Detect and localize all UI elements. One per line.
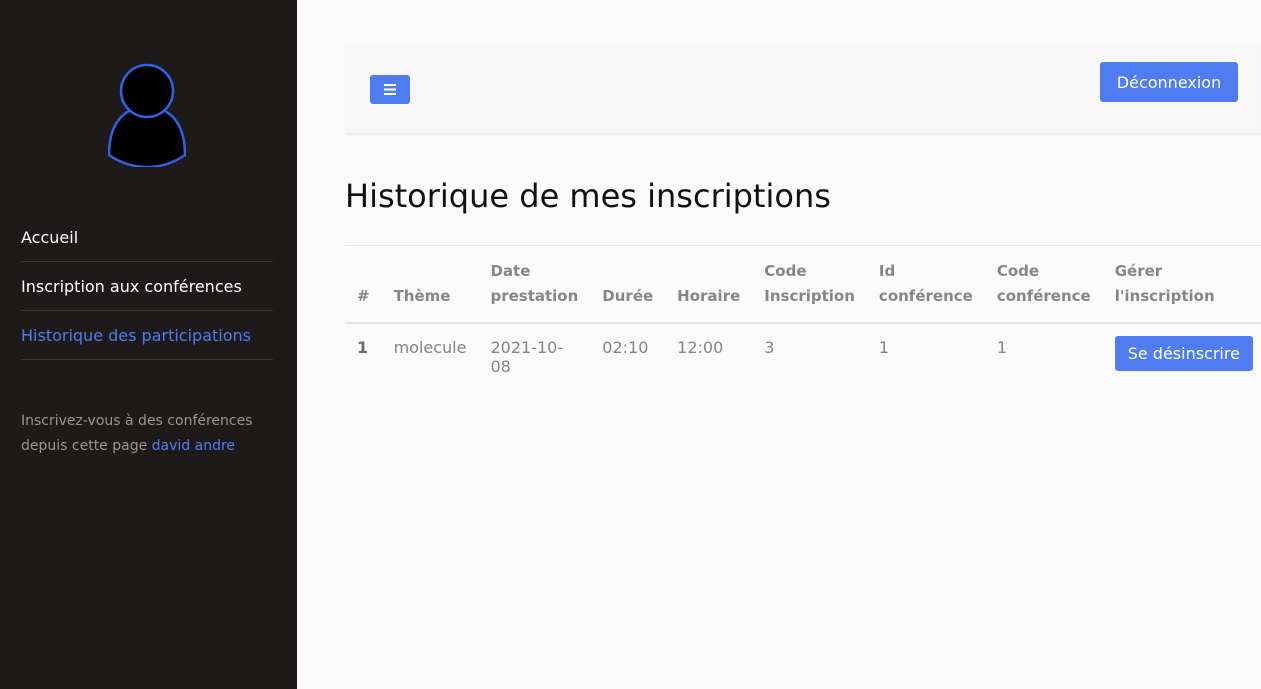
col-header-code-inscription: Code Inscription (752, 245, 867, 324)
col-header-index: # (345, 245, 382, 324)
registrations-table: # Thème Date prestation Durée Horaire Co… (345, 245, 1261, 396)
cell-duree: 02:10 (602, 338, 649, 357)
bars-icon (384, 84, 396, 95)
user-avatar-icon (108, 63, 186, 167)
col-header-date: Date prestation (478, 245, 591, 324)
unsubscribe-button[interactable]: Se désinscrire (1114, 336, 1253, 371)
col-header-code-conference: Code conférence (984, 245, 1103, 324)
sidebar-item-inscription-conferences[interactable]: Inscription aux conférences (21, 262, 273, 311)
cell-action: Se désinscrire (1103, 323, 1261, 396)
user-name-link[interactable]: david andre (152, 438, 235, 454)
cell-code-conference: 1 (996, 338, 1007, 357)
col-header-theme: Thème (381, 245, 479, 324)
logout-button[interactable]: Déconnexion (1100, 62, 1238, 102)
sidebar-item-accueil[interactable]: Accueil (21, 213, 273, 262)
col-header-action: Gérer l'inscription (1102, 245, 1261, 324)
page-title: Historique de mes inscriptions (345, 177, 831, 215)
top-navbar: Déconnexion (346, 45, 1260, 134)
sidebar-nav: Accueil Inscription aux conférences Hist… (21, 213, 273, 360)
sidebar-item-historique-participations[interactable]: Historique des participations (21, 311, 273, 360)
cell-code-inscription: 3 (764, 338, 775, 357)
cell-horaire: 12:00 (677, 338, 724, 357)
col-header-id-conference: Id conférence (866, 245, 985, 324)
col-header-horaire: Horaire (665, 245, 753, 324)
sidebar: Accueil Inscription aux conférences Hist… (0, 0, 297, 689)
cell-id-conference: 1 (878, 338, 890, 357)
sidebar-note: Inscrivez-vous à des conférences depuis … (21, 409, 281, 459)
table-header-row: # Thème Date prestation Durée Horaire Co… (345, 245, 1261, 324)
table-row: 1 molecule 2021-10-08 02:10 12:00 3 1 1 … (345, 323, 1261, 396)
cell-index: 1 (357, 338, 369, 357)
cell-theme: molecule (393, 338, 467, 357)
sidebar-toggle-button[interactable] (370, 75, 410, 104)
col-header-duree: Durée (590, 245, 666, 324)
cell-date: 2021-10-08 (490, 338, 564, 376)
